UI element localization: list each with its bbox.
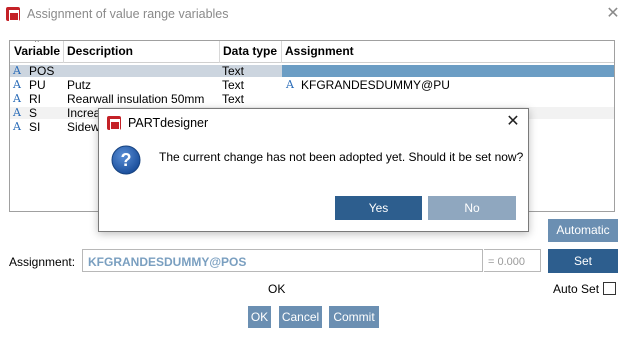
no-button[interactable]: No [428,196,516,220]
assignment-cell: KFGRANDESDUMMY@PU [301,78,450,92]
app-logo-icon [6,7,20,21]
column-header-variable[interactable]: Variable [14,44,60,58]
table-row[interactable]: A RI Rearwall insulation 50mm Text [10,92,614,106]
text-type-icon: A [13,106,21,119]
window-title: Assignment of value range variables [27,7,229,21]
question-icon: ? [111,145,141,175]
variable-cell: PU [29,78,46,92]
table-row[interactable]: A PU Putz Text A KFGRANDESDUMMY@PU [10,78,614,92]
ok-button[interactable]: OK [248,306,271,328]
description-cell: Increa [67,106,101,120]
title-bar: Assignment of value range variables ✕ [0,0,627,30]
yes-button[interactable]: Yes [335,196,422,220]
row-assignment-cell[interactable] [282,65,614,77]
column-header-data-type[interactable]: Data type [223,44,277,58]
column-header-description[interactable]: Description [67,44,133,58]
description-cell: Sidew [67,120,100,134]
data-type-cell: Text [222,92,245,106]
column-header-assignment[interactable]: Assignment [285,44,354,58]
table-row[interactable]: A POS Text [10,64,614,78]
status-text: OK [268,282,286,296]
text-type-icon: A [13,92,21,105]
auto-set-label: Auto Set [553,282,600,296]
data-type-cell: Text [222,64,245,78]
close-icon[interactable]: ✕ [503,112,523,132]
app-logo-icon [107,116,121,130]
close-icon[interactable]: ✕ [604,5,622,23]
text-type-icon: A [13,64,21,77]
description-cell: Rearwall insulation 50mm [67,92,205,106]
svg-text:?: ? [121,150,132,170]
cancel-button[interactable]: Cancel [279,306,322,328]
set-button[interactable]: Set [548,249,618,273]
data-type-cell: Text [222,78,245,92]
variable-cell: RI [29,92,41,106]
commit-button[interactable]: Commit [329,306,379,328]
dialog-message: The current change has not been adopted … [159,150,524,164]
variable-cell: S [29,106,38,120]
description-cell: Putz [67,78,92,92]
text-type-icon: A [286,78,294,91]
variable-cell: POS [29,64,55,78]
text-type-icon: A [13,78,21,91]
table-header: ^ Variable Description Data type Assignm… [10,41,614,63]
variable-cell: SI [29,120,41,134]
automatic-button[interactable]: Automatic [548,219,618,242]
assignment-label: Assignment: [9,255,76,269]
auto-set-checkbox[interactable] [603,282,616,295]
assignment-result-field: = 0.000 [484,249,541,272]
dialog-title: PARTdesigner [128,116,209,130]
confirm-dialog: PARTdesigner ✕ ? The current change has … [98,108,529,232]
text-type-icon: A [13,120,21,133]
assignment-input[interactable]: KFGRANDESDUMMY@POS [82,249,483,272]
